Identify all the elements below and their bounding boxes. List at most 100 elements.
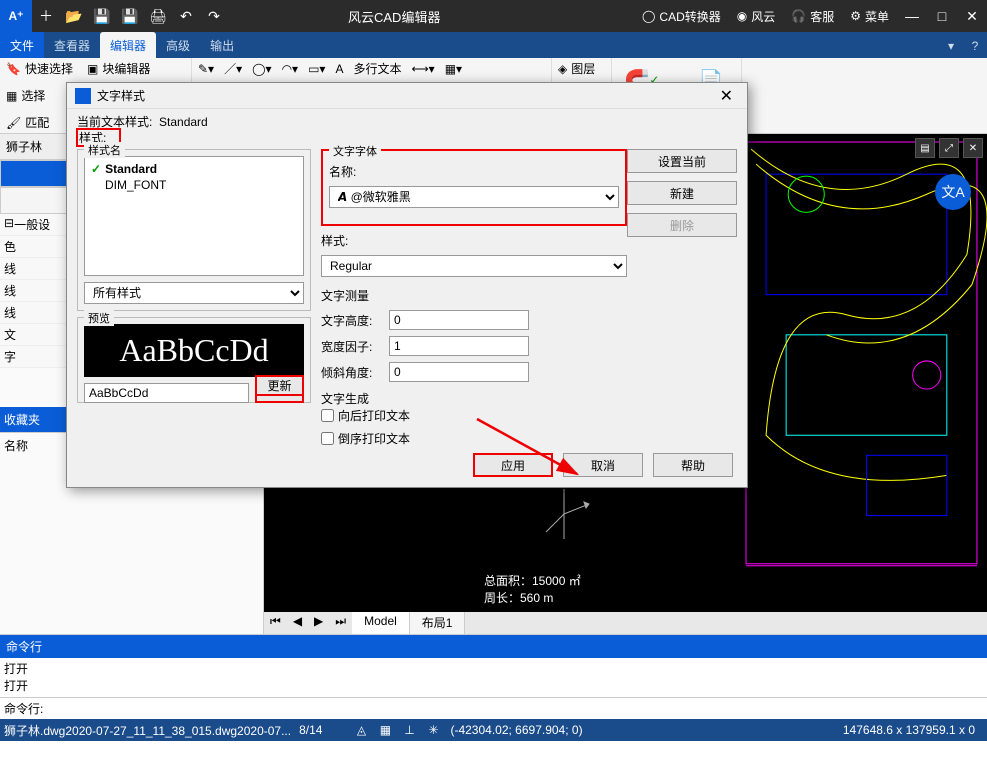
translate-fab[interactable]: 文A — [935, 174, 971, 210]
rect-icon[interactable]: ▭▾ — [308, 62, 325, 76]
tab-nav-next[interactable]: ▶ — [308, 612, 329, 634]
quick-select[interactable]: 快速选择 — [25, 60, 73, 77]
converter-icon: ◯ — [642, 9, 655, 23]
minimize-button[interactable]: — — [897, 0, 927, 32]
font-style-select[interactable]: Regular — [321, 255, 627, 277]
text-height-input[interactable] — [389, 310, 529, 330]
style-dropdown-icon[interactable]: ▾ — [939, 34, 963, 58]
current-style-label: 当前文本样式: — [77, 115, 152, 129]
status-coord: (-42304.02; 6697.904; 0) — [450, 723, 582, 737]
layout-tabs: ⏮ ◀ ▶ ⏭ Model 布局1 — [264, 612, 987, 634]
converter-link[interactable]: ◯CAD转换器 — [634, 0, 729, 32]
backwards-checkbox[interactable]: 向后打印文本 — [321, 407, 410, 424]
command-history: 打开 打开 — [0, 658, 987, 698]
vp-close-icon[interactable]: ✕ — [963, 138, 983, 158]
oblique-input[interactable] — [389, 362, 529, 382]
tab-editor[interactable]: 编辑器 — [100, 32, 156, 58]
help-icon[interactable]: ? — [963, 34, 987, 58]
compass-icon — [534, 484, 594, 547]
ortho-toggle-icon[interactable]: ⊥ — [400, 721, 418, 739]
current-style-value: Standard — [159, 115, 208, 129]
undo-icon[interactable]: ↶ — [172, 2, 200, 30]
status-file: 狮子林.dwg2020-07-27_11_11_38_015.dwg2020-0… — [4, 722, 291, 739]
hatch-icon[interactable]: ▦▾ — [445, 62, 462, 76]
apply-button[interactable]: 应用 — [473, 453, 553, 477]
app-logo: A⁺ — [0, 0, 32, 32]
app-title: 风云CAD编辑器 — [348, 7, 440, 26]
command-input[interactable] — [47, 700, 983, 717]
select-icon: ▦ — [6, 89, 17, 103]
layer-button[interactable]: 图层 — [571, 60, 595, 77]
arc-icon[interactable]: ◠▾ — [282, 62, 299, 76]
status-page: 8/14 — [299, 723, 322, 737]
layout-tab[interactable]: 布局1 — [410, 612, 466, 634]
text-height-label: 文字高度: — [321, 312, 381, 329]
preview-group-title: 预览 — [84, 310, 114, 326]
select-button[interactable]: 选择 — [21, 87, 45, 104]
gen-group-title: 文字生成 — [321, 390, 627, 407]
menu-link[interactable]: ⚙菜单 — [842, 0, 897, 32]
dialog-close-button[interactable]: ✕ — [714, 86, 739, 106]
delete-button[interactable]: 删除 — [627, 213, 737, 237]
upside-checkbox[interactable]: 倒序打印文本 — [321, 430, 410, 447]
open-icon[interactable]: 📂 — [60, 2, 88, 30]
mtext-button[interactable]: 多行文本 — [353, 60, 401, 77]
print-icon[interactable]: 🖨 — [144, 2, 172, 30]
model-tab[interactable]: Model — [352, 612, 410, 634]
snap-toggle-icon[interactable]: ◬ — [352, 721, 370, 739]
status-bar: 狮子林.dwg2020-07-27_11_11_38_015.dwg2020-0… — [0, 719, 987, 741]
dialog-title: 文字样式 — [97, 87, 145, 104]
tab-file[interactable]: 文件 — [0, 32, 44, 58]
stylename-group-title: 样式名 — [84, 142, 125, 158]
draw-icon[interactable]: ✎▾ — [198, 62, 214, 76]
vp-btn[interactable]: ⤢ — [939, 138, 959, 158]
mtext-icon: A — [335, 62, 343, 76]
dim-icon[interactable]: ⟷▾ — [411, 62, 434, 76]
new-button[interactable]: 新建 — [627, 181, 737, 205]
match-button[interactable]: 匹配 — [25, 114, 49, 131]
block-editor[interactable]: 块编辑器 — [102, 60, 150, 77]
check-icon: ✓ — [91, 162, 101, 176]
line-icon[interactable]: ／▾ — [224, 60, 242, 77]
tab-viewer[interactable]: 查看器 — [44, 32, 100, 58]
area-info: 总面积：15000 ㎡ 周长：560 m — [484, 572, 581, 606]
saveall-icon[interactable]: 💾 — [116, 2, 144, 30]
cancel-button[interactable]: 取消 — [563, 453, 643, 477]
grid-toggle-icon[interactable]: ▦ — [376, 721, 394, 739]
close-button[interactable]: ✕ — [957, 0, 987, 32]
save-icon[interactable]: 💾 — [88, 2, 116, 30]
font-name-select[interactable]: 𝘼 @微软雅黑 — [329, 186, 619, 208]
command-prompt: 命令行: — [4, 700, 43, 717]
viewport-toolbar: ▤ ⤢ ✕ — [915, 138, 983, 158]
help-button[interactable]: 帮助 — [653, 453, 733, 477]
preview-box: AaBbCcDd — [84, 324, 304, 377]
tab-nav-last[interactable]: ⏭ — [329, 612, 352, 634]
service-link[interactable]: 🎧客服 — [783, 0, 842, 32]
style-list[interactable]: ✓Standard DIM_FONT — [84, 156, 304, 276]
tab-nav-prev[interactable]: ◀ — [287, 612, 308, 634]
polar-toggle-icon[interactable]: ✳ — [424, 721, 442, 739]
redo-icon[interactable]: ↷ — [200, 2, 228, 30]
tab-output[interactable]: 输出 — [200, 32, 244, 58]
maximize-button[interactable]: □ — [927, 0, 957, 32]
new-icon[interactable]: ＋ — [32, 2, 60, 30]
titlebar: A⁺ ＋ 📂 💾 💾 🖨 ↶ ↷ 风云CAD编辑器 ◯CAD转换器 ◉风云 🎧客… — [0, 0, 987, 32]
width-factor-input[interactable] — [389, 336, 529, 356]
style-filter[interactable]: 所有样式 — [84, 282, 304, 304]
update-button[interactable]: 更新 — [255, 375, 304, 396]
quick-select-icon: 🔖 — [6, 62, 21, 76]
menu-tabs: 文件 查看器 编辑器 高级 输出 ▾ ? — [0, 32, 987, 58]
brand-link[interactable]: ◉风云 — [729, 0, 784, 32]
tab-advanced[interactable]: 高级 — [156, 32, 200, 58]
gear-icon: ⚙ — [850, 9, 861, 23]
vp-btn[interactable]: ▤ — [915, 138, 935, 158]
text-style-dialog: 文字样式 ✕ 当前文本样式: Standard 样式: 样式名 ✓Standar… — [66, 82, 748, 488]
headset-icon: 🎧 — [791, 9, 806, 23]
tab-nav-first[interactable]: ⏮ — [264, 612, 287, 634]
layer-icon: ◈ — [558, 62, 567, 76]
preview-input[interactable] — [84, 383, 249, 403]
command-label: 命令行 — [0, 635, 987, 658]
measure-group-title: 文字测量 — [321, 287, 627, 304]
circle-icon[interactable]: ◯▾ — [252, 62, 271, 76]
set-current-button[interactable]: 设置当前 — [627, 149, 737, 173]
